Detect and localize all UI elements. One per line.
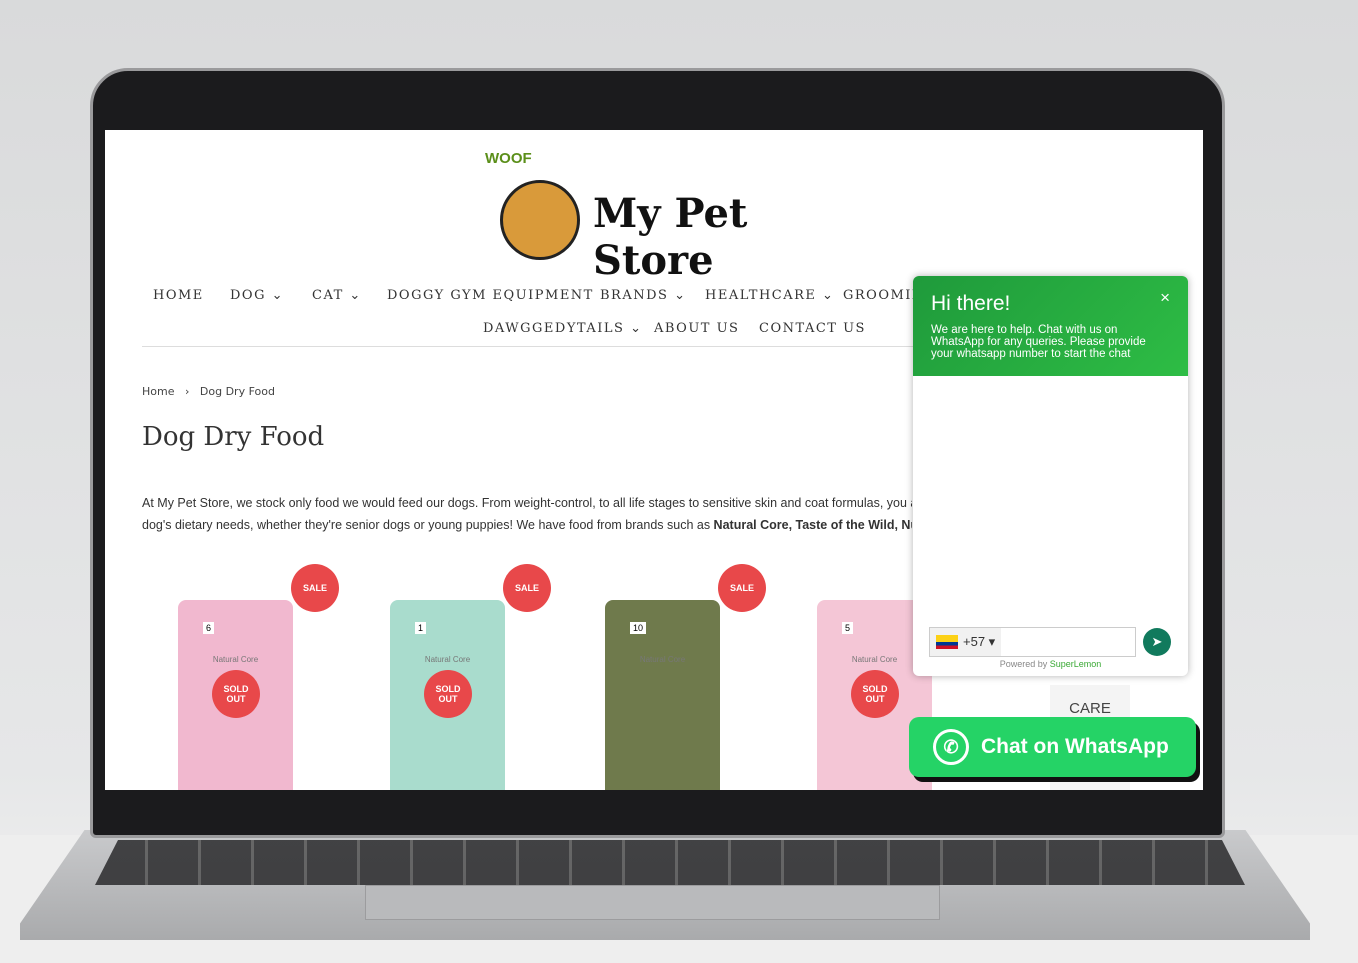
nav-healthcare[interactable]: HEALTHCARE ⌄ bbox=[705, 288, 834, 303]
nav-contact-us[interactable]: CONTACT US bbox=[759, 321, 866, 336]
product-brand: Natural Core bbox=[424, 655, 471, 664]
nav-about-us[interactable]: ABOUT US bbox=[654, 321, 739, 336]
page-title: Dog Dry Food bbox=[142, 422, 325, 452]
description-line: dog's dietary needs, whether they're sen… bbox=[142, 518, 714, 532]
country-code-select[interactable]: +57 ▾ bbox=[930, 628, 1002, 656]
dog-mascot-icon bbox=[500, 180, 580, 260]
keyboard bbox=[95, 840, 1245, 885]
powered-by: Powered by SuperLemon bbox=[913, 659, 1188, 669]
chat-on-whatsapp-button[interactable]: ✆ Chat on WhatsApp bbox=[909, 717, 1196, 777]
store-logo[interactable]: WOOF My Pet Store bbox=[485, 145, 845, 284]
sold-out-badge: SOLD OUT bbox=[851, 670, 899, 718]
breadcrumb: Home › Dog Dry Food bbox=[142, 385, 275, 398]
product-size: 10 bbox=[630, 622, 647, 634]
powered-by-text: Powered by bbox=[999, 659, 1050, 669]
nav-home[interactable]: HOME bbox=[153, 288, 204, 303]
sold-out-badge: SOLD OUT bbox=[212, 670, 260, 718]
chat-message: We are here to help. Chat with us on Wha… bbox=[931, 324, 1146, 360]
chat-title: Hi there! bbox=[931, 292, 1011, 315]
nav-dawggedytails[interactable]: DAWGGEDYTAILS ⌄ bbox=[483, 321, 642, 336]
breadcrumb-current: Dog Dry Food bbox=[199, 385, 275, 398]
breadcrumb-home[interactable]: Home bbox=[142, 385, 174, 398]
product-size: 6 bbox=[203, 622, 215, 634]
sale-badge: SALE bbox=[503, 564, 551, 612]
category-description: At My Pet Store, we stock only food we w… bbox=[142, 492, 912, 536]
send-icon: ➤ bbox=[1151, 634, 1163, 649]
whatsapp-chat-popup: Hi there! We are here to help. Chat with… bbox=[913, 276, 1188, 676]
sold-out-badge: SOLD OUT bbox=[424, 670, 472, 718]
product-brand: Natural Core bbox=[639, 655, 686, 664]
sale-badge: SALE bbox=[291, 564, 339, 612]
product-size: 5 bbox=[842, 622, 854, 634]
colombia-flag-icon bbox=[936, 635, 958, 649]
description-line: At My Pet Store, we stock only food we w… bbox=[142, 496, 912, 510]
send-button[interactable]: ➤ bbox=[1143, 628, 1171, 656]
sale-badge: SALE bbox=[718, 564, 766, 612]
powered-by-brand-link[interactable]: SuperLemon bbox=[1050, 659, 1102, 669]
description-brands: Natural Core, Taste of the Wild, Nutrip bbox=[713, 518, 912, 532]
whatsapp-icon: ✆ bbox=[933, 729, 969, 765]
country-code: +57 ▾ bbox=[963, 634, 996, 649]
trackpad bbox=[365, 885, 940, 920]
logo-woof: WOOF bbox=[485, 150, 532, 167]
close-icon[interactable]: × bbox=[1160, 288, 1170, 308]
care-label: CARE bbox=[1069, 700, 1111, 717]
breadcrumb-separator: › bbox=[184, 385, 190, 398]
nav-brands[interactable]: BRANDS ⌄ bbox=[600, 288, 686, 303]
nav-dog[interactable]: DOG ⌄ bbox=[230, 288, 284, 303]
whatsapp-button-label: Chat on WhatsApp bbox=[981, 735, 1169, 758]
product-brand: Natural Core bbox=[212, 655, 259, 664]
chat-header: Hi there! We are here to help. Chat with… bbox=[913, 276, 1188, 376]
phone-number-input[interactable]: +57 ▾ bbox=[929, 627, 1136, 657]
nav-cat[interactable]: CAT ⌄ bbox=[312, 288, 362, 303]
nav-doggy-gym[interactable]: DOGGY GYM EQUIPMENT bbox=[387, 288, 594, 303]
main-nav: HOME DOG ⌄ CAT ⌄ DOGGY GYM EQUIPMENT BRA… bbox=[142, 278, 942, 347]
logo-name: My Pet Store bbox=[593, 190, 748, 284]
product-size: 1 bbox=[415, 622, 427, 634]
product-card[interactable]: Natural Core 10 bbox=[605, 600, 720, 790]
